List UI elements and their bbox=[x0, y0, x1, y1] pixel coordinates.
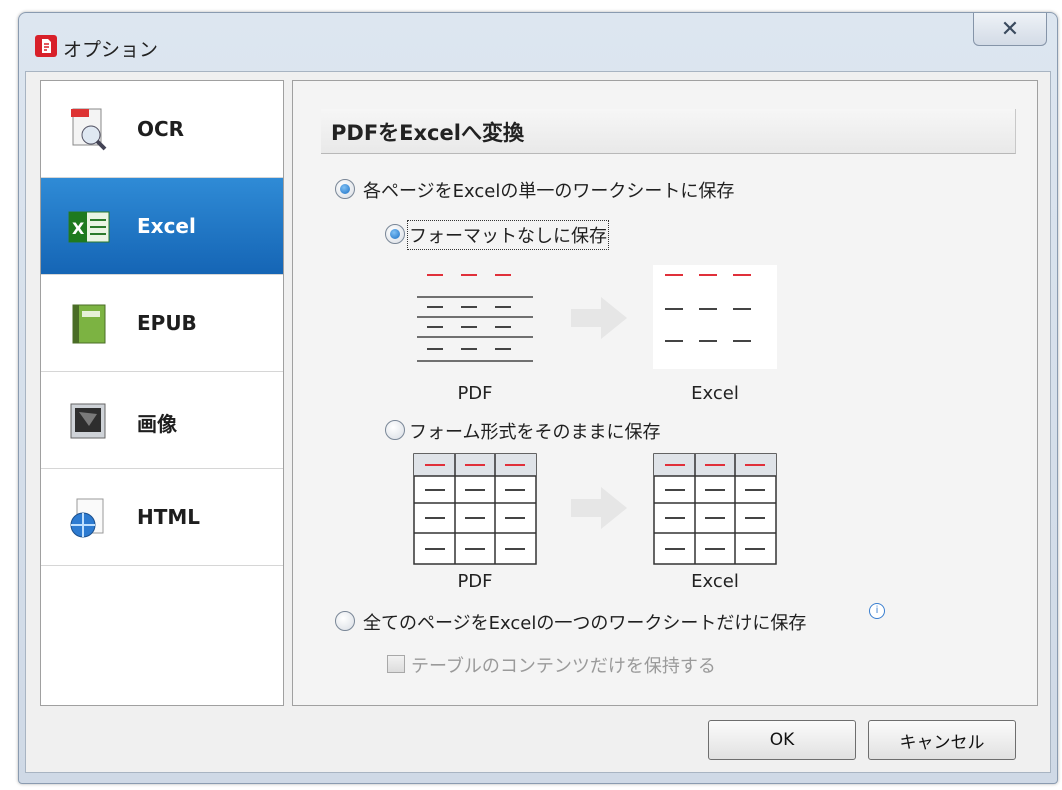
info-icon[interactable]: i bbox=[869, 603, 885, 619]
sidebar-item-ocr[interactable]: OCR bbox=[41, 81, 283, 178]
category-sidebar: OCR X Excel EPUB 画像 HTML bbox=[40, 80, 284, 706]
window-title: オプション bbox=[63, 39, 159, 61]
radio-keep-form[interactable] bbox=[385, 420, 405, 440]
sidebar-item-html[interactable]: HTML bbox=[41, 469, 283, 566]
sub-no-format-label[interactable]: フォーマットなしに保存 bbox=[407, 220, 609, 250]
sidebar-item-label: HTML bbox=[137, 505, 201, 529]
ocr-document-icon bbox=[71, 108, 107, 151]
options-dialog: オプション ✕ OCR X Excel EPUB 画像 HTML PDFをExc… bbox=[18, 12, 1058, 784]
table-only-label[interactable]: テーブルのコンテンツだけを保持する bbox=[411, 652, 716, 678]
convert-arrow-icon bbox=[571, 487, 627, 529]
caption-excel: Excel bbox=[691, 383, 739, 404]
sidebar-item-excel[interactable]: X Excel bbox=[41, 178, 283, 275]
pdf-text-illustration bbox=[417, 274, 533, 362]
excel-settings-panel: PDFをExcelへ変換 各ページをExcelの単一のワークシートに保存 フォー… bbox=[292, 80, 1038, 706]
excel-table-illustration bbox=[653, 453, 777, 565]
sidebar-item-image[interactable]: 画像 bbox=[41, 372, 283, 469]
app-logo-icon bbox=[35, 35, 57, 57]
cancel-button[interactable]: キャンセル bbox=[868, 720, 1016, 760]
table-only-checkbox[interactable] bbox=[387, 655, 405, 673]
sidebar-item-label: OCR bbox=[137, 117, 185, 141]
close-icon: ✕ bbox=[1000, 16, 1020, 42]
convert-arrow-icon bbox=[571, 297, 627, 339]
excel-icon: X bbox=[68, 211, 110, 243]
sidebar-item-epub[interactable]: EPUB bbox=[41, 275, 283, 372]
sidebar-item-label: EPUB bbox=[137, 311, 197, 335]
pdf-table-illustration bbox=[413, 453, 537, 565]
radio-no-format[interactable] bbox=[385, 224, 405, 244]
image-icon bbox=[70, 403, 106, 439]
caption-pdf: PDF bbox=[457, 571, 493, 592]
dialog-body: OCR X Excel EPUB 画像 HTML PDFをExcelへ変換 各ペ… bbox=[25, 71, 1051, 773]
sub-keep-form-label[interactable]: フォーム形式をそのままに保存 bbox=[409, 418, 660, 444]
svg-text:X: X bbox=[72, 219, 85, 238]
radio-all-pages[interactable] bbox=[335, 611, 355, 631]
excel-text-illustration bbox=[653, 265, 777, 369]
ok-button[interactable]: OK bbox=[708, 720, 856, 760]
sidebar-item-label: 画像 bbox=[137, 412, 177, 436]
section-title: PDFをExcelへ変換 bbox=[331, 121, 524, 145]
option-all-pages-label[interactable]: 全てのページをExcelの一つのワークシートだけに保存 bbox=[363, 609, 806, 635]
sidebar-item-label: Excel bbox=[137, 214, 196, 238]
section-heading: PDFをExcelへ変換 bbox=[321, 109, 1016, 154]
caption-excel: Excel bbox=[691, 571, 739, 592]
caption-pdf: PDF bbox=[457, 383, 493, 404]
html-globe-icon bbox=[70, 498, 104, 538]
option-each-page-label[interactable]: 各ページをExcelの単一のワークシートに保存 bbox=[363, 177, 734, 203]
title-bar[interactable]: オプション ✕ bbox=[19, 13, 1057, 71]
epub-book-icon bbox=[72, 304, 106, 344]
radio-each-page[interactable] bbox=[335, 179, 355, 199]
close-button[interactable]: ✕ bbox=[973, 13, 1047, 46]
